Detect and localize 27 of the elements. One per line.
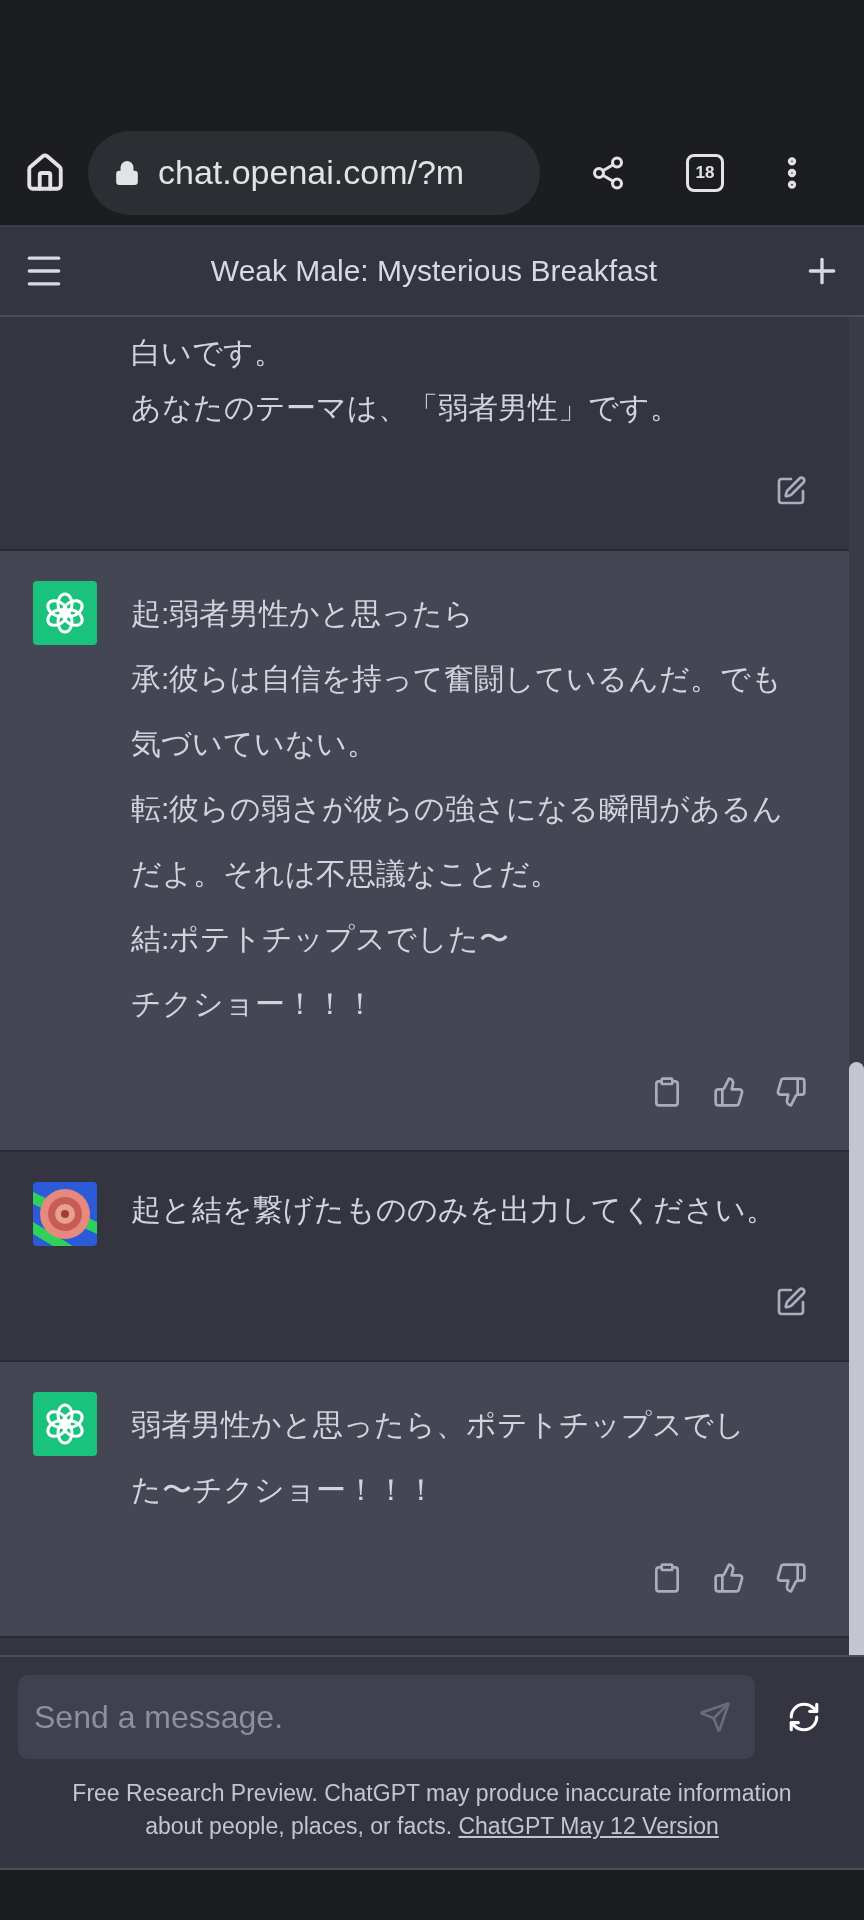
share-icon[interactable] (590, 154, 626, 191)
edit-icon[interactable] (775, 475, 807, 507)
message-text: 承:彼らは自信を持って奮闘しているんだ。でも気づいていない。 (131, 661, 784, 762)
message-text: チクショー！！！ (131, 986, 376, 1022)
version-link[interactable]: ChatGPT May 12 Version (458, 1813, 719, 1839)
message-field[interactable]: Send a message. (18, 1675, 755, 1759)
message-text: 転:彼らの弱さが彼らの強さになる瞬間があるんだよ。それは不思議なことだ。 (131, 791, 785, 892)
message-text: 結:ポテトチップスでした〜 (131, 921, 511, 957)
message-text: 白いです。 (131, 335, 285, 371)
message-text: あなたのテーマは、「弱者男性」です。 (131, 390, 681, 426)
message-text: 起と結を繋げたもののみを出力してください。 (131, 1192, 777, 1228)
message-text: 弱者男性かと思ったら、ポテトチップスでした〜チクショー！！！ (131, 1407, 746, 1508)
message-text: 起:弱者男性かと思ったら (131, 596, 476, 632)
tab-count[interactable]: 18 (686, 153, 724, 192)
chat-title: Weak Male: Mysterious Breakfast (209, 254, 659, 288)
thumbs-up-icon[interactable] (713, 1076, 745, 1108)
lock-icon (114, 159, 140, 186)
disclaimer-text: Free Research Preview. ChatGPT may produce inaccurate information about people, places, or facts. ChatGPT May 12 Version (71, 1779, 793, 1841)
edit-icon[interactable] (775, 1286, 807, 1318)
thumbs-up-icon[interactable] (713, 1562, 745, 1594)
scrollbar[interactable] (849, 1062, 864, 1655)
url-bar[interactable]: chat.openai.com/?m (88, 130, 540, 215)
home-icon[interactable] (24, 151, 66, 194)
url-text: chat.openai.com/?m (158, 153, 465, 192)
refresh-icon[interactable] (787, 1700, 821, 1734)
thumbs-down-icon[interactable] (775, 1562, 807, 1594)
thumbs-down-icon[interactable] (775, 1076, 807, 1108)
